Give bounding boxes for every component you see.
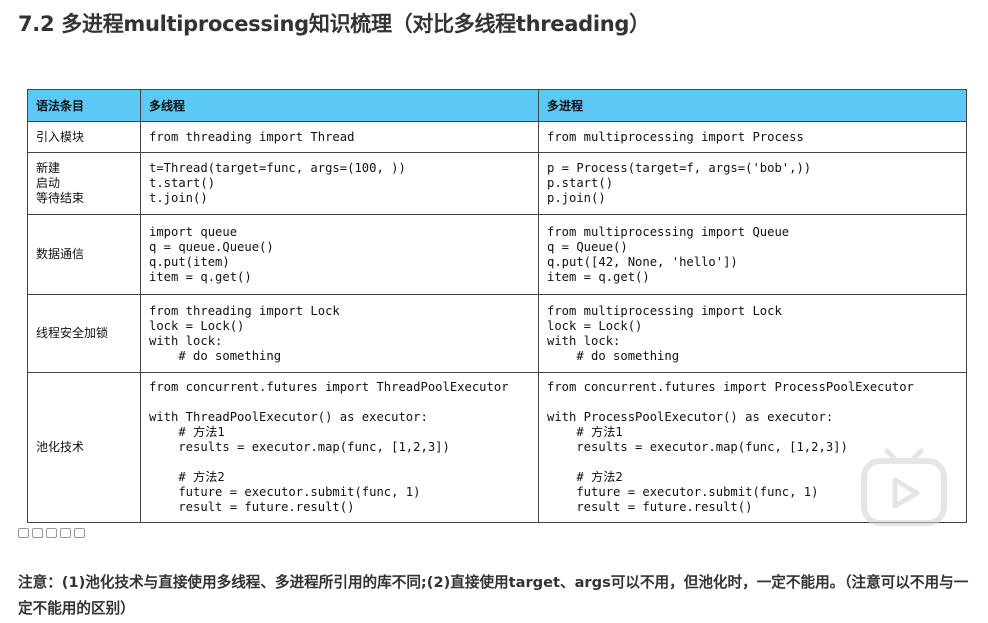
threading-code: from threading import Thread [140, 121, 539, 153]
header-threading: 多线程 [140, 89, 539, 122]
image-toolbar [18, 528, 85, 538]
comparison-table: 语法条目 多线程 多进程 引入模块 from threading import … [27, 89, 967, 523]
header-multiprocessing: 多进程 [538, 89, 967, 122]
row-label: 引入模块 [27, 121, 141, 153]
table-header-row: 语法条目 多线程 多进程 [27, 89, 967, 122]
bilibili-tv-play-icon [861, 448, 947, 526]
header-syntax-item: 语法条目 [27, 89, 141, 122]
note-paragraph: 注意：(1)池化技术与直接使用多线程、多进程所引用的库不同;(2)直接使用tar… [18, 574, 969, 617]
multiprocessing-code: p = Process(target=f, args=('bob',)) p.s… [538, 152, 967, 215]
threading-code: t=Thread(target=func, args=(100, )) t.st… [140, 152, 539, 215]
multiprocessing-code: from multiprocessing import Process [538, 121, 967, 153]
table-row: 新建 启动 等待结束 t=Thread(target=func, args=(1… [27, 152, 967, 215]
table-row: 引入模块 from threading import Thread from m… [27, 121, 967, 153]
multiprocessing-code: from multiprocessing import Lock lock = … [538, 294, 967, 373]
copy-icon[interactable] [18, 528, 29, 538]
multiprocessing-code: from multiprocessing import Queue q = Qu… [538, 214, 967, 295]
link-icon[interactable] [46, 528, 57, 538]
table-row: 线程安全加锁 from threading import Lock lock =… [27, 294, 967, 373]
row-label: 池化技术 [27, 372, 141, 523]
edit-icon[interactable] [60, 528, 71, 538]
table-row: 数据通信 import queue q = queue.Queue() q.pu… [27, 214, 967, 295]
row-label: 新建 启动 等待结束 [27, 152, 141, 215]
comment-icon[interactable] [74, 528, 85, 538]
settings-icon[interactable] [32, 528, 43, 538]
row-label: 数据通信 [27, 214, 141, 295]
threading-code: import queue q = queue.Queue() q.put(ite… [140, 214, 539, 295]
row-label: 线程安全加锁 [27, 294, 141, 373]
page-title: 7.2 多进程multiprocessing知识梳理（对比多线程threadin… [18, 12, 650, 36]
table-row: 池化技术 from concurrent.futures import Thre… [27, 372, 967, 523]
threading-code: from threading import Lock lock = Lock()… [140, 294, 539, 373]
threading-code: from concurrent.futures import ThreadPoo… [140, 372, 539, 523]
